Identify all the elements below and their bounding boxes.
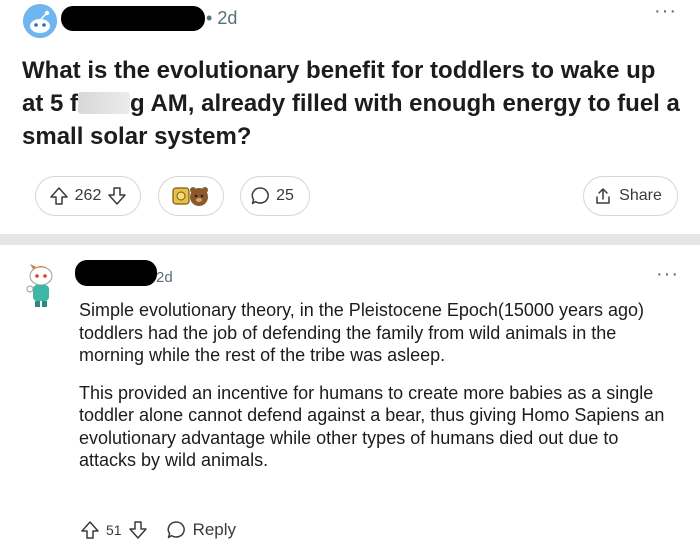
share-button[interactable]: Share <box>583 176 678 216</box>
comment-body: Simple evolutionary theory, in the Pleis… <box>79 299 679 487</box>
snoo-avatar-icon <box>26 264 53 307</box>
redacted-username <box>61 6 205 31</box>
ellipsis-icon: ··· <box>654 0 677 22</box>
post-timestamp: • 2d <box>206 8 238 28</box>
post-vote-pill: 262 <box>35 176 141 216</box>
comment: 2d ··· Simple evolutionary theory, in th… <box>0 245 700 549</box>
post-comments-button[interactable]: 25 <box>240 176 310 216</box>
ellipsis-icon: ··· <box>656 263 679 285</box>
reply-label: Reply <box>192 520 237 539</box>
speech-bubble-icon <box>167 521 185 539</box>
comment-vote-count: 51 <box>106 522 122 538</box>
comment-author-avatar[interactable] <box>24 261 58 309</box>
comment-actions: 51 Reply <box>80 517 236 543</box>
post-comment-count: 25 <box>276 187 294 204</box>
speech-bubble-icon <box>251 187 269 205</box>
censored-word <box>78 92 131 114</box>
arrow-down-icon[interactable] <box>128 520 148 540</box>
post: • 2d ··· What is the evolutionary benefi… <box>0 0 700 234</box>
share-icon <box>596 188 610 204</box>
post-more-button[interactable]: ··· <box>654 0 677 23</box>
post-title[interactable]: What is the evolutionary benefit for tod… <box>22 54 682 153</box>
snoo-avatar-icon <box>23 4 57 38</box>
reply-button[interactable]: Reply <box>166 520 236 540</box>
arrow-up-icon[interactable] <box>80 520 100 540</box>
award-button[interactable] <box>158 176 224 216</box>
post-author-avatar[interactable] <box>23 4 57 38</box>
comment-paragraph: Simple evolutionary theory, in the Pleis… <box>79 300 644 365</box>
comment-paragraph: This provided an incentive for humans to… <box>79 382 665 471</box>
section-divider <box>0 234 700 245</box>
comment-more-button[interactable]: ··· <box>656 263 679 286</box>
award-badges-icon <box>172 187 208 206</box>
arrow-up-icon[interactable] <box>49 186 69 206</box>
share-label: Share <box>619 187 662 204</box>
arrow-down-icon[interactable] <box>107 186 127 206</box>
post-vote-count: 262 <box>74 187 102 204</box>
comment-timestamp: 2d <box>156 269 173 286</box>
redacted-username <box>75 260 157 286</box>
